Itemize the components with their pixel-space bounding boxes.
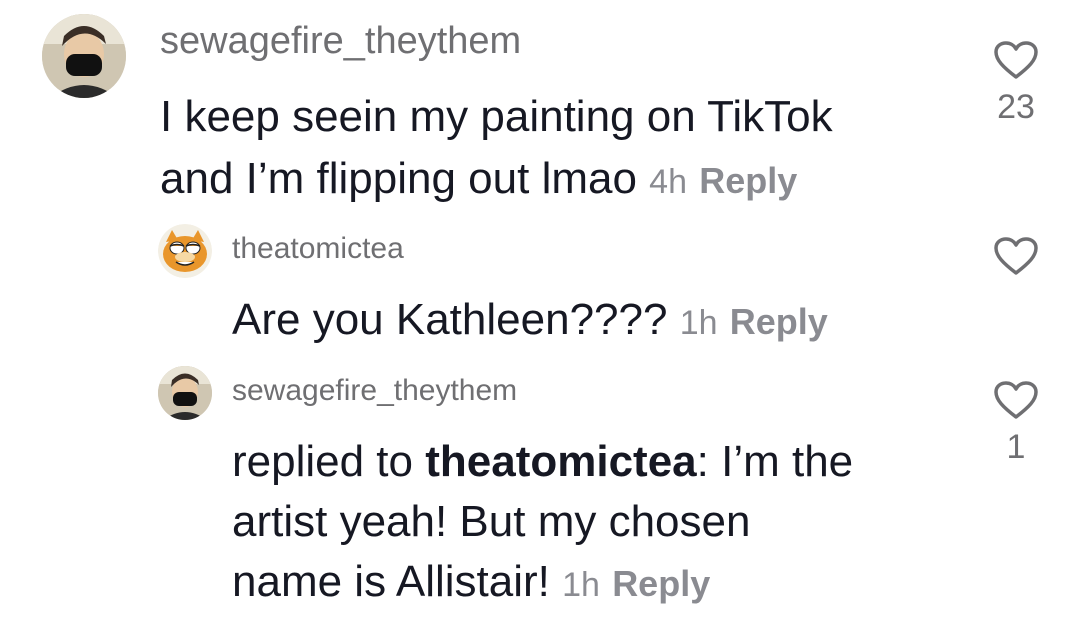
comment-timestamp: 1h xyxy=(679,304,718,342)
comment-username[interactable]: theatomictea xyxy=(232,232,404,266)
comment-timestamp: 4h xyxy=(649,163,687,201)
comment-text-fragment: replied to xyxy=(232,437,426,486)
comment-timestamp: 1h xyxy=(562,566,600,604)
like-count: 1 xyxy=(1006,428,1026,466)
comment-text: replied to theatomictea: I’m the artist … xyxy=(232,432,853,615)
reply-button[interactable]: Reply xyxy=(730,301,828,342)
comment-text-fragment: and I’m flipping out lmao xyxy=(160,154,637,203)
comment-text-fragment: Are you Kathleen???? xyxy=(232,295,668,344)
avatar[interactable] xyxy=(158,224,212,278)
avatar[interactable] xyxy=(42,14,126,98)
comment-text-line: and I’m flipping out lmao 4h Reply xyxy=(160,148,833,213)
mention-link[interactable]: theatomictea xyxy=(425,437,696,486)
comment-text: Are you Kathleen???? 1h Reply xyxy=(232,292,828,351)
avatar[interactable] xyxy=(158,366,212,420)
like-button[interactable]: 1 xyxy=(986,380,1046,467)
comment-username[interactable]: sewagefire_theythem xyxy=(160,20,521,63)
comment-text-fragment: name is Allistair! xyxy=(232,557,550,606)
reply-button[interactable]: Reply xyxy=(612,563,710,604)
cartoon-cat-avatar-icon xyxy=(158,224,212,278)
heart-icon xyxy=(994,237,1038,275)
heart-icon xyxy=(994,41,1038,79)
reply-button[interactable]: Reply xyxy=(699,160,797,201)
comment-text-line: artist yeah! But my chosen xyxy=(232,497,751,546)
like-button[interactable]: 23 xyxy=(986,40,1046,127)
like-count: 23 xyxy=(997,88,1035,126)
comment-text-fragment: : I’m the xyxy=(696,437,854,486)
comment-text-line: replied to theatomictea: I’m the xyxy=(232,432,853,492)
comment-text-line: I keep seein my painting on TikTok xyxy=(160,92,833,141)
masked-person-avatar-icon xyxy=(158,366,212,420)
comment-username[interactable]: sewagefire_theythem xyxy=(232,374,517,408)
like-button[interactable] xyxy=(986,236,1046,276)
comment-text: I keep seein my painting on TikTok and I… xyxy=(160,86,833,213)
masked-person-avatar-icon xyxy=(42,14,126,98)
heart-icon xyxy=(994,381,1038,419)
comment-text-line: name is Allistair! 1h Reply xyxy=(232,552,853,615)
